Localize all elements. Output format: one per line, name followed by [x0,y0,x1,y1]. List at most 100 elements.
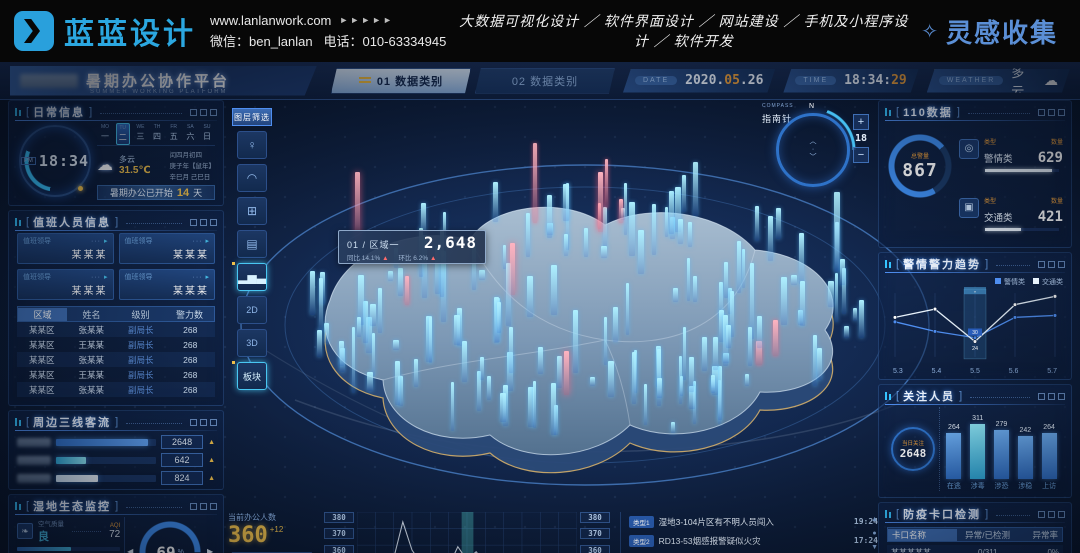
lunar-calendar: 闰四月初四庚子年【鼠年】辛巳月 己巳日 [170,149,216,181]
focus-bar: 279 涉恐 [994,411,1009,479]
svg-text:30: 30 [972,330,978,336]
zoom-out-button[interactable]: − [853,147,869,163]
flow-bar-row: 642▲ [17,451,215,469]
platform-title-block: 暑期办公协作平台 SUMMER WORKING PLATFORM [10,66,317,96]
alert-scroll-nav: ▲ ● ▼ [871,516,878,551]
bar-chart-icon[interactable]: ▂▅▃ [237,263,267,291]
window-controls-icon[interactable] [190,219,217,226]
website-link[interactable]: www.lanlanwork.com [210,13,331,28]
panel-tick-icon [885,260,892,268]
map-zoom-control: + 18 − [852,114,870,163]
alert-item[interactable]: 类型1 湿地3-104片区有不明人员闯入19:24 [629,512,878,531]
up-arrow-icon: ▲ [208,457,215,464]
duty-table-header: 区域姓名级别警力数 [17,306,215,322]
lanlan-logo-text: 蓝蓝设计 [64,9,196,53]
inspiration-collect[interactable]: ✧ 灵感收集 [921,13,1058,50]
duty-leader-card[interactable]: 值班领导···某某某 [119,269,216,300]
gauge-left-arrow-icon[interactable]: ◀ [127,547,133,553]
blurred-line-label [17,474,51,483]
alert-list: 类型1 湿地3-104片区有不明人员闯入19:24 类型2 RD13-53烟感报… [620,512,878,553]
panel-tick-icon [885,392,892,400]
compass: COMPASS 指南针 N ︿·﹀ [762,103,858,199]
mode-2d[interactable]: 2D [237,296,267,324]
panel-tick-icon [15,418,22,426]
cloud-icon: ☁ [1044,72,1058,89]
duty-table: 区域姓名级别警力数 某某区张某某副局长268 某某区王某某副局长268 某某区张… [17,306,215,397]
duty-table-row: 某某区张某某副局长268 [17,322,215,337]
gauge-right-arrow-icon[interactable]: ▶ [207,547,213,553]
scroll-down-icon[interactable]: ▼ [871,544,878,551]
grid-icon[interactable]: ⊞ [237,197,267,225]
office-count-delta: +12 [270,525,284,534]
window-controls-icon[interactable] [190,419,217,426]
weekday-4: FR五 [168,123,180,145]
mode-block[interactable]: 板块 [237,362,267,390]
zoom-level: 18 [855,133,867,144]
checkpoint-row: 某某某某某0/3110% [887,545,1063,553]
date-widget: DATE 2020.05.26 [623,69,775,93]
zoom-in-button[interactable]: + [853,114,869,130]
weekday-3: TH四 [151,123,163,145]
duty-leader-card[interactable]: 值班领导···某某某 [17,233,114,264]
weather-label: WEATHER [939,76,1003,85]
traffic-icon: ▣ [959,198,979,218]
blurred-line-label [17,456,51,465]
window-controls-icon[interactable] [1038,261,1065,268]
up-arrow-icon: ▲ [208,439,215,446]
trend-line-chart: ⌄ 30 24 [885,287,1065,363]
duty-leader-card[interactable]: 值班领导···某某某 [119,233,216,264]
dashboard-screenshot: 蓝蓝设计 www.lanlanwork.com ►►►►► 微信：ben_lan… [0,0,1080,553]
scroll-dot-icon: ● [872,530,876,537]
collect-label: 灵感收集 [946,13,1058,50]
compass-center-icon: ︿·﹀ [776,113,850,187]
blurred-line-label [17,438,51,447]
data-tabs: 01 数据类别02 数据类别 [331,68,615,94]
panel-tick-icon [15,502,22,510]
building-icon[interactable]: ▤ [237,230,267,258]
radar-icon[interactable]: ◠ [237,164,267,192]
weather-value: 多云 [1011,62,1036,100]
sparkle-icon: ✧ [921,19,938,44]
duty-table-row: 某某区王某某副局长268 [17,367,215,382]
office-trend-chart: 380370360350340 024681012141618202224 38… [324,512,610,553]
mode-3d[interactable]: 3D [237,329,267,357]
svg-text:24: 24 [972,346,978,352]
alert-item[interactable]: 类型2 RD13-53烟感报警疑似火灾17:24 [629,531,878,550]
svg-text:⌄: ⌄ [973,289,977,295]
banner-contact: www.lanlanwork.com ►►►►► 微信：ben_lanlan 电… [210,13,446,50]
tooltip-value: 2,648 [424,233,477,252]
eco-gauge: 69% ◀ ▶ [137,519,203,553]
panel-police-trend: [警情警力趋势] 警情类交通类 ⌄3024 5.35.45.55.65.7 [878,252,1072,380]
focus-bar: 264 在逃 [946,411,961,479]
tooltip-deltas: 同比 14.1% ▲ 环比 6.2% ▲ [347,252,477,262]
panel-checkpoint: [防疫卡口检测] 卡口名称异常/已检测异常率 某某某某某0/3110% 某某某某… [878,502,1072,553]
panel-tick-icon [885,108,892,116]
flow-bar-row: 2648▲ [17,433,215,451]
panel-passenger-flow: [周边三线客流] 2648▲ 642▲ 824▲ [8,410,224,490]
window-controls-icon[interactable] [1038,393,1065,400]
window-controls-icon[interactable] [190,503,217,510]
panel-tick-icon [15,218,22,226]
window-controls-icon[interactable] [190,109,217,116]
window-controls-icon[interactable] [1038,109,1065,116]
tab-data-category-2[interactable]: 02 数据类别 [475,68,615,94]
panel-tick-icon [15,108,22,116]
focus-daily-ring: 当日关注 2648 [891,427,935,471]
alarm-row: ▣ 类型交通类 数量421 [959,190,1063,226]
window-controls-icon[interactable] [1038,511,1065,518]
air-quality-metric: ❧ 空气质量良 AQI72 [17,518,120,551]
alert-type-badge: 类型1 [629,516,654,528]
time-widget: TIME 18:34:29 [783,69,918,93]
panel-focus-personnel: [关注人员] 当日关注 2648 264 在逃 311 涉毒 279 涉恐 24… [878,384,1072,498]
layer-filter-title: 图层筛选 [232,108,272,126]
duty-table-row: 某某区张某某副局长268 [17,382,215,397]
tab-data-category-1[interactable]: 01 数据类别 [331,68,471,94]
scroll-up-icon[interactable]: ▲ [871,516,878,523]
office-count-block: 当前办公人数 360 +12 今日数据 历史数据 [228,512,320,553]
weekday-5: SA六 [184,123,196,145]
person-pin-icon[interactable]: ♀ [237,131,267,159]
leaf-icon: ❧ [17,523,33,539]
duty-leader-card[interactable]: 值班领导···某某某 [17,269,114,300]
duty-table-row: 某某区张某某副局长268 [17,352,215,367]
date-label: DATE [635,76,677,85]
